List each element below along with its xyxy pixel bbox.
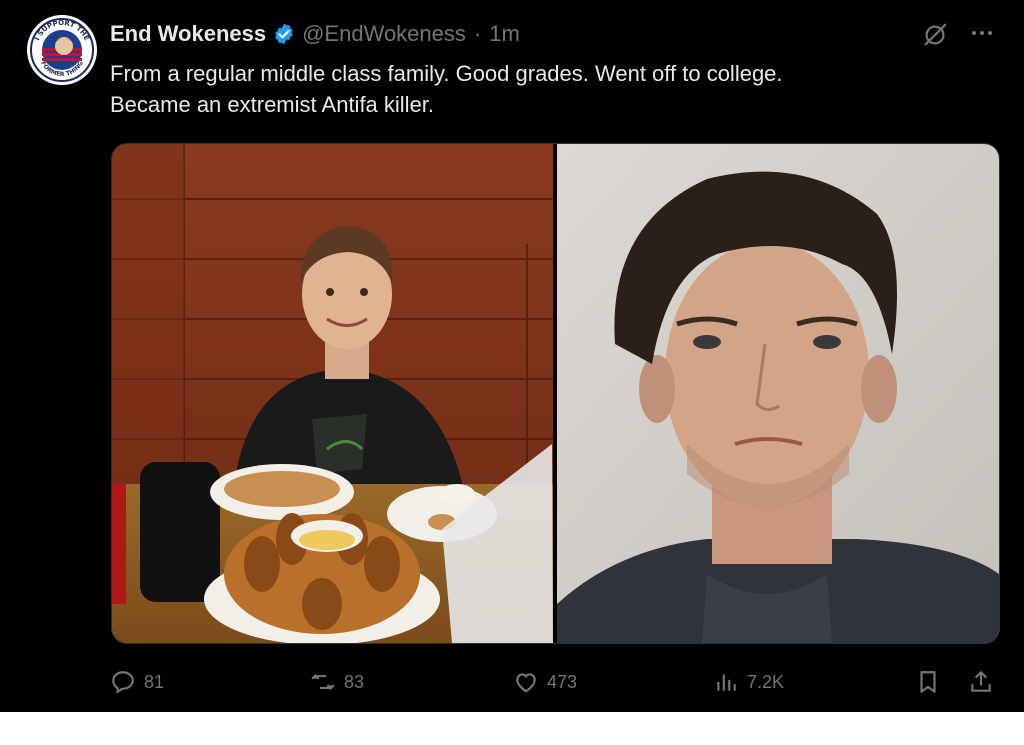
bookmark-button[interactable] <box>915 664 941 700</box>
reply-count: 81 <box>144 671 165 692</box>
repost-count: 83 <box>344 671 365 692</box>
repost-icon <box>311 673 335 691</box>
share-button[interactable] <box>968 664 994 700</box>
mugshot-image <box>557 144 999 643</box>
header-separator: · <box>473 21 482 46</box>
like-count: 473 <box>547 671 578 692</box>
handle[interactable]: @EndWokeness <box>302 21 466 47</box>
views-count: 7.2K <box>747 671 785 692</box>
avatar-seal-image: I SUPPORT THE FORMER THING <box>28 16 96 84</box>
tweet-text-line-1: From a regular middle class family. Good… <box>110 61 783 86</box>
reply-icon <box>112 671 134 694</box>
left-photo[interactable] <box>112 144 553 643</box>
timestamp[interactable]: 1m <box>489 21 520 47</box>
grok-icon[interactable] <box>920 20 950 50</box>
repost-button[interactable]: 83 <box>310 664 364 700</box>
boy-restaurant-image <box>112 144 553 643</box>
display-name[interactable]: End Wokeness <box>110 21 266 47</box>
views-button[interactable]: 7.2K <box>713 664 784 700</box>
share-icon <box>971 670 991 692</box>
tweet-header: End Wokeness @EndWokeness · 1m <box>110 18 520 50</box>
views-icon <box>717 674 736 691</box>
avatar[interactable]: I SUPPORT THE FORMER THING <box>27 15 97 85</box>
right-photo[interactable] <box>557 144 999 643</box>
tweet[interactable]: I SUPPORT THE FORMER THING End Wokeness … <box>0 0 1024 745</box>
like-button[interactable]: 473 <box>513 664 577 700</box>
verified-badge-icon[interactable] <box>272 22 296 46</box>
more-options-icon[interactable] <box>962 18 1002 48</box>
tweet-text-line-2: Became an extremist Antifa killer. <box>110 92 435 117</box>
tweet-text: From a regular middle class family. Good… <box>110 58 990 120</box>
tweet-media[interactable] <box>111 143 1000 644</box>
bookmark-icon <box>920 671 936 693</box>
action-bar: 81 83 473 7.2K <box>110 664 1002 700</box>
bottom-strip <box>0 712 1024 745</box>
heart-icon <box>516 673 536 693</box>
reply-button[interactable]: 81 <box>110 664 164 700</box>
